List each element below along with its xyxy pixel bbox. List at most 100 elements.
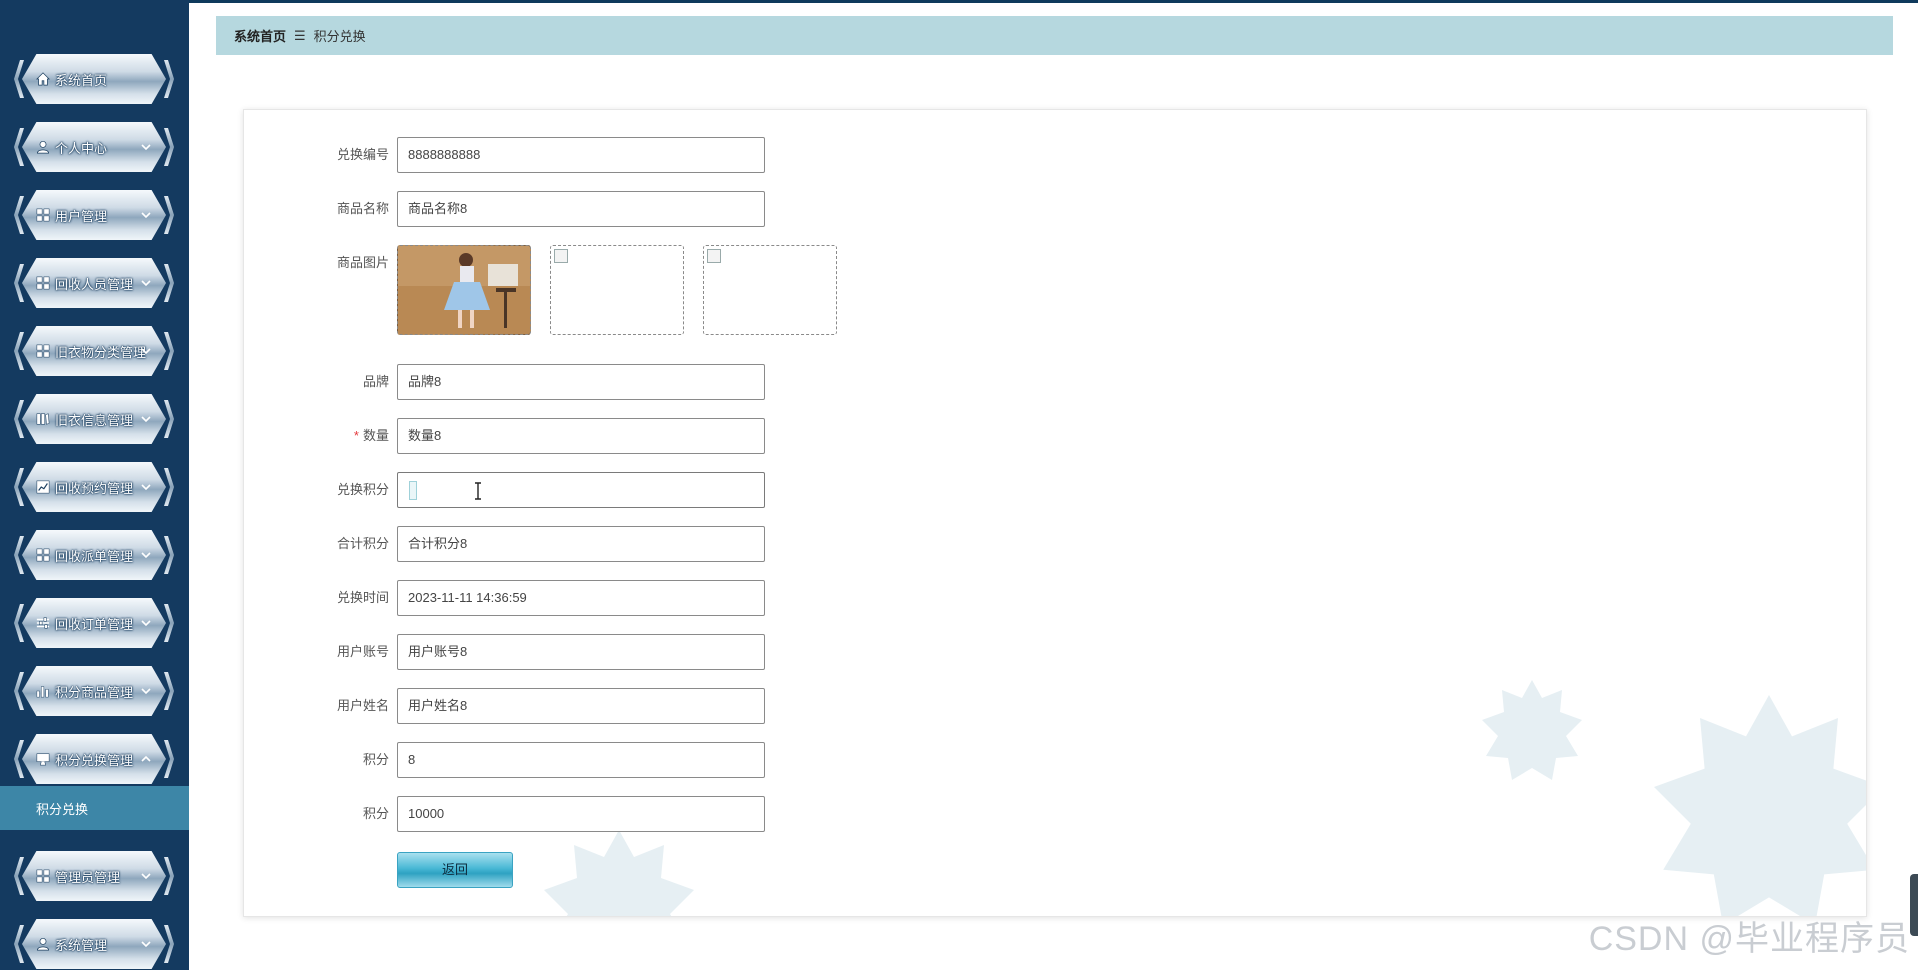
form-row-points-balance: 积分 10000 <box>244 796 844 832</box>
sidebar-item-label: 回收人员管理 <box>55 276 134 292</box>
chevron-down-icon <box>140 140 154 154</box>
sidebar-item-points-products[interactable]: 积分商品管理 <box>14 666 174 716</box>
sidebar-subitem-label: 积分兑换 <box>36 801 89 817</box>
user-name-field[interactable]: 用户姓名8 <box>397 688 765 724</box>
sidebar-item-dispatch[interactable]: 回收派单管理 <box>14 530 174 580</box>
product-name-field[interactable]: 商品名称8 <box>397 191 765 227</box>
sidebar-item-label: 用户管理 <box>55 208 108 224</box>
points-balance-field[interactable]: 10000 <box>397 796 765 832</box>
sidebar-item-label: 系统管理 <box>55 937 108 953</box>
form-row-brand: 品牌 品牌8 <box>244 364 844 400</box>
total-points-field[interactable]: 合计积分8 <box>397 526 765 562</box>
sidebar-item-orders[interactable]: 回收订单管理 <box>14 598 174 648</box>
grid-icon <box>36 208 50 222</box>
user-icon <box>36 140 50 154</box>
field-label: 用户账号 <box>336 644 389 659</box>
decor-gear-shape <box>1482 680 1582 780</box>
grid-icon <box>36 344 50 358</box>
breadcrumb-home[interactable]: 系统首页 <box>234 26 286 45</box>
chevron-down-icon <box>140 344 154 358</box>
form-row-exchange-points: 兑换积分 <box>244 472 844 508</box>
form-row-total-points: 合计积分 合计积分8 <box>244 526 844 562</box>
sidebar-item-label: 管理员管理 <box>55 869 121 885</box>
sidebar-item-profile[interactable]: 个人中心 <box>14 122 174 172</box>
bar-chart-icon <box>36 684 50 698</box>
product-image-1[interactable] <box>397 245 531 335</box>
sidebar-subitem-points-exchange[interactable]: 积分兑换 <box>0 786 189 830</box>
form-row-exchange-time: 兑换时间 2023-11-11 14:36:59 <box>244 580 844 616</box>
text-cursor <box>409 481 417 500</box>
chevron-down-icon <box>140 548 154 562</box>
sidebar-item-clothing-category[interactable]: 旧衣物分类管理 <box>14 326 174 376</box>
sidebar-item-system[interactable]: 系统管理 <box>14 919 174 969</box>
form-row-product-name: 商品名称 商品名称8 <box>244 191 844 227</box>
back-button[interactable]: 返回 <box>397 852 513 888</box>
sidebar-item-points-exchange[interactable]: 积分兑换管理 <box>14 734 174 784</box>
chevron-down-icon <box>140 276 154 290</box>
detail-form-card: 兑换编号 8888888888 商品名称 商品名称8 商品图片 品牌 品牌8 *… <box>243 109 1867 917</box>
field-label: 品牌 <box>362 374 389 389</box>
sidebar: 系统首页 个人中心 用户管理 回收人员管理 旧衣物分类管理 旧衣信息管理 回收预… <box>0 0 189 970</box>
field-label: 兑换积分 <box>336 482 389 497</box>
exchange-points-field[interactable] <box>397 472 765 508</box>
sidebar-item-home[interactable]: 系统首页 <box>14 54 174 104</box>
broken-image-icon <box>554 249 568 263</box>
exchange-time-field[interactable]: 2023-11-11 14:36:59 <box>397 580 765 616</box>
decor-gear-shape <box>1654 695 1866 916</box>
decor-gear-shape <box>544 830 694 916</box>
quantity-field[interactable]: 数量8 <box>397 418 765 454</box>
exchange-no-field[interactable]: 8888888888 <box>397 137 765 173</box>
field-label: 商品图片 <box>336 255 389 270</box>
chevron-down-icon <box>140 616 154 630</box>
chevron-down-icon <box>140 869 154 883</box>
product-image-3[interactable] <box>703 245 837 335</box>
sidebar-item-clothing-info[interactable]: 旧衣信息管理 <box>14 394 174 444</box>
home-icon <box>36 72 50 86</box>
field-label: 用户姓名 <box>336 698 389 713</box>
required-mark: * <box>353 428 359 443</box>
chevron-up-icon <box>140 752 154 766</box>
sidebar-item-label: 回收订单管理 <box>55 616 134 632</box>
form-row-user-name: 用户姓名 用户姓名8 <box>244 688 844 724</box>
sidebar-item-collectors[interactable]: 回收人员管理 <box>14 258 174 308</box>
field-label: 合计积分 <box>336 536 389 551</box>
field-label-text: 数量 <box>362 428 389 443</box>
chart-line-icon <box>36 480 50 494</box>
grid-icon <box>36 276 50 290</box>
side-tool-widget[interactable] <box>1910 874 1918 936</box>
sidebar-item-label: 系统首页 <box>55 72 108 88</box>
sidebar-item-appointments[interactable]: 回收预约管理 <box>14 462 174 512</box>
product-image-2[interactable] <box>550 245 684 335</box>
chevron-down-icon <box>140 684 154 698</box>
sidebar-item-label: 旧衣物分类管理 <box>55 344 147 360</box>
book-icon <box>36 412 50 426</box>
sidebar-item-label: 回收派单管理 <box>55 548 134 564</box>
chevron-down-icon <box>140 208 154 222</box>
brand-field[interactable]: 品牌8 <box>397 364 765 400</box>
grid-icon <box>36 548 50 562</box>
form-row-user-account: 用户账号 用户账号8 <box>244 634 844 670</box>
field-label: 兑换时间 <box>336 590 389 605</box>
grid-icon <box>36 869 50 883</box>
sidebar-item-label: 旧衣信息管理 <box>55 412 134 428</box>
sidebar-item-label: 回收预约管理 <box>55 480 134 496</box>
sidebar-item-label: 积分商品管理 <box>55 684 134 700</box>
form-row-exchange-no: 兑换编号 8888888888 <box>244 137 844 173</box>
field-label: 兑换编号 <box>336 147 389 162</box>
watermark: CSDN @毕业程序员 <box>1588 920 1910 958</box>
sidebar-item-admins[interactable]: 管理员管理 <box>14 851 174 901</box>
field-label: 商品名称 <box>336 201 389 216</box>
field-label: * 数量 <box>244 418 389 454</box>
form-row-product-images: 商品图片 <box>244 245 1044 337</box>
top-border <box>0 0 1918 3</box>
field-label: 积分 <box>362 752 389 767</box>
form-row-points: 积分 8 <box>244 742 844 778</box>
sidebar-item-users[interactable]: 用户管理 <box>14 190 174 240</box>
points-field[interactable]: 8 <box>397 742 765 778</box>
sliders-icon <box>36 616 50 630</box>
sidebar-item-label: 个人中心 <box>55 140 108 156</box>
ibeam-cursor-icon <box>475 482 481 500</box>
chevron-down-icon <box>140 480 154 494</box>
user-account-field[interactable]: 用户账号8 <box>397 634 765 670</box>
menu-lines-icon: ☰ <box>294 27 306 43</box>
